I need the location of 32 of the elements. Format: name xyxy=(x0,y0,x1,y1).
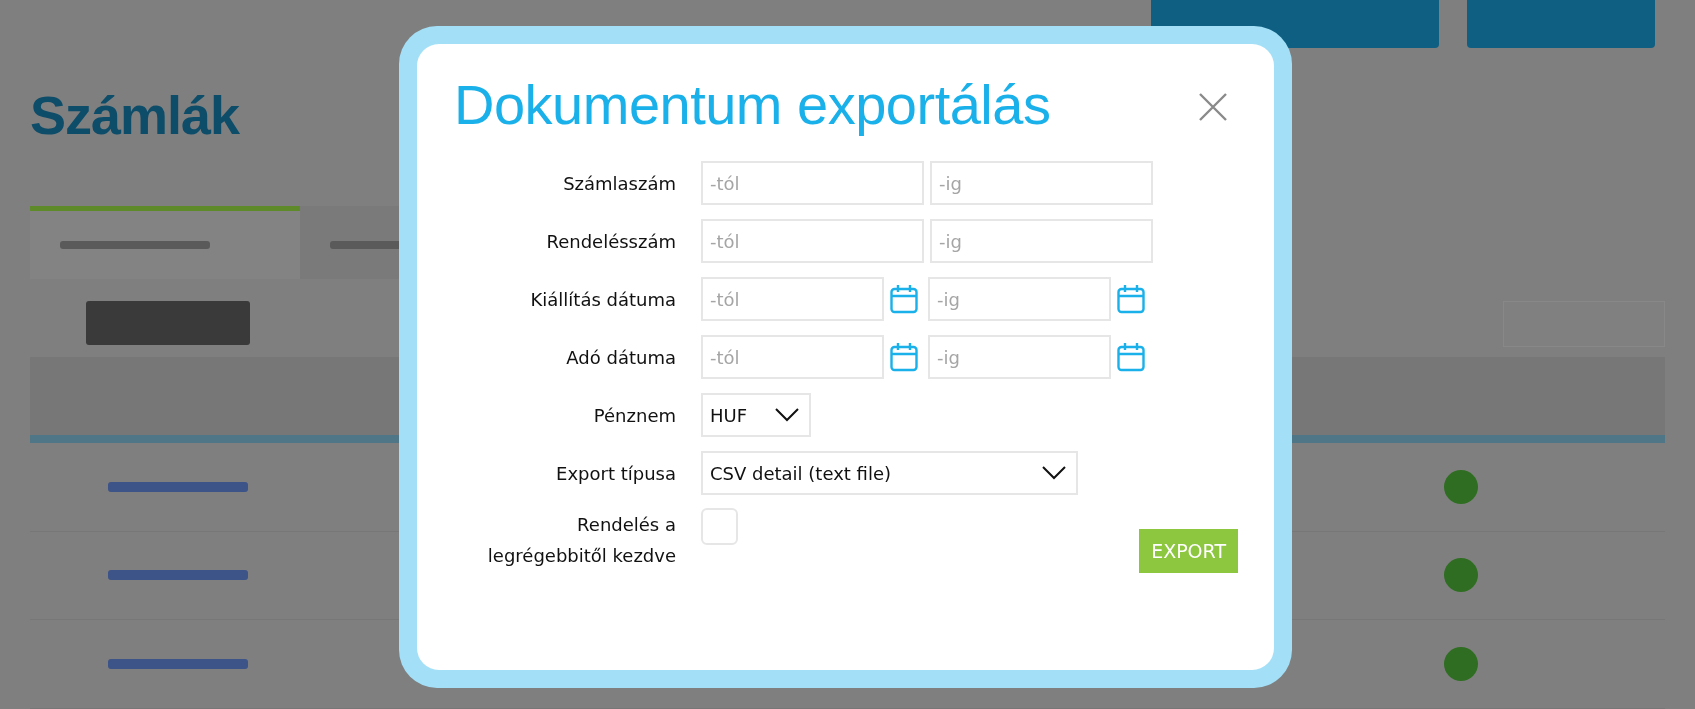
close-icon[interactable] xyxy=(1198,92,1228,122)
calendar-icon[interactable] xyxy=(1117,284,1145,314)
date-field[interactable]: -ig xyxy=(928,277,1111,321)
dropdown[interactable]: HUF xyxy=(701,393,811,437)
document-link[interactable] xyxy=(108,659,248,670)
date-field[interactable]: -tól xyxy=(701,335,884,379)
calendar-icon[interactable] xyxy=(890,284,918,314)
calendar-icon[interactable] xyxy=(890,342,918,372)
dropdown[interactable]: CSV detail (text file) xyxy=(701,451,1078,495)
field-label: Rendelés a legrégebbitől kezdve xyxy=(486,513,676,568)
caret-icon xyxy=(775,408,799,422)
input-field[interactable]: -tól xyxy=(701,219,924,263)
document-link[interactable] xyxy=(108,570,248,581)
tab[interactable] xyxy=(30,206,300,279)
field-label: Kiállítás dátuma xyxy=(529,287,676,312)
input-field[interactable]: -ig xyxy=(930,161,1153,205)
input-field[interactable]: -tól xyxy=(701,161,924,205)
input-field[interactable]: -ig xyxy=(930,219,1153,263)
checkbox[interactable] xyxy=(701,507,738,545)
date-field[interactable]: -tól xyxy=(701,277,884,321)
document-link[interactable] xyxy=(108,481,248,492)
caret-icon xyxy=(1042,466,1066,480)
calendar-icon[interactable] xyxy=(1117,342,1145,372)
field-label: Rendelésszám xyxy=(545,229,676,254)
date-field[interactable]: -ig xyxy=(928,335,1111,379)
field-label: Pénznem xyxy=(592,403,676,428)
add-button[interactable] xyxy=(86,301,250,345)
field-label: Adó dátuma xyxy=(565,345,676,370)
field-label: Export típusa xyxy=(555,461,676,486)
field-label: Számlaszám xyxy=(562,171,676,196)
page-title: Számlák xyxy=(30,84,240,146)
dialog-title: Dokumentum exportálás xyxy=(454,72,1051,137)
